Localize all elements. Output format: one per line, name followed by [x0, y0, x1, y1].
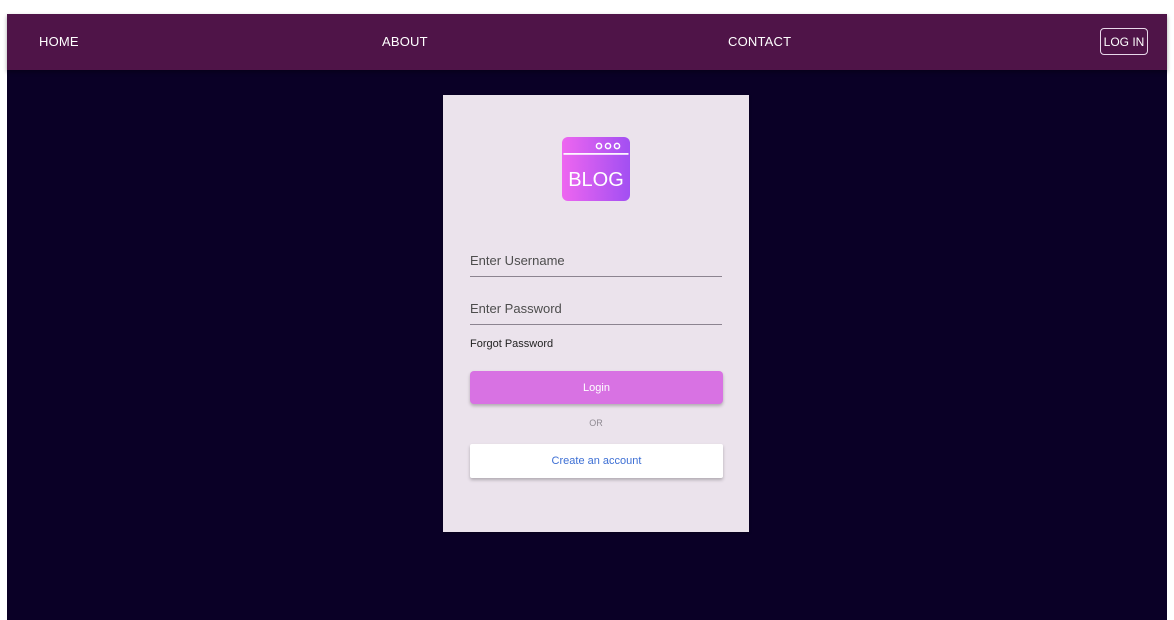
nav-about-link[interactable]: ABOUT: [382, 34, 428, 50]
login-card: BLOG Forgot Password Login OR Create an …: [443, 95, 749, 532]
app-background: HOME ABOUT CONTACT LOG IN BLOG For: [7, 14, 1167, 620]
create-account-button[interactable]: Create an account: [470, 444, 723, 478]
username-input[interactable]: [470, 248, 722, 272]
nav-contact-link[interactable]: CONTACT: [728, 34, 791, 50]
login-button[interactable]: Login: [470, 371, 723, 404]
password-field[interactable]: [470, 296, 722, 325]
nav-home-link[interactable]: HOME: [39, 34, 79, 50]
blog-logo-icon: BLOG: [562, 137, 630, 201]
nav-login-button[interactable]: LOG IN: [1100, 28, 1148, 55]
or-divider-text: OR: [589, 418, 603, 428]
navbar: HOME ABOUT CONTACT LOG IN: [7, 14, 1167, 70]
password-input[interactable]: [470, 296, 722, 320]
forgot-password-link[interactable]: Forgot Password: [470, 338, 553, 350]
username-field[interactable]: [470, 248, 722, 277]
logo-text: BLOG: [568, 169, 624, 191]
